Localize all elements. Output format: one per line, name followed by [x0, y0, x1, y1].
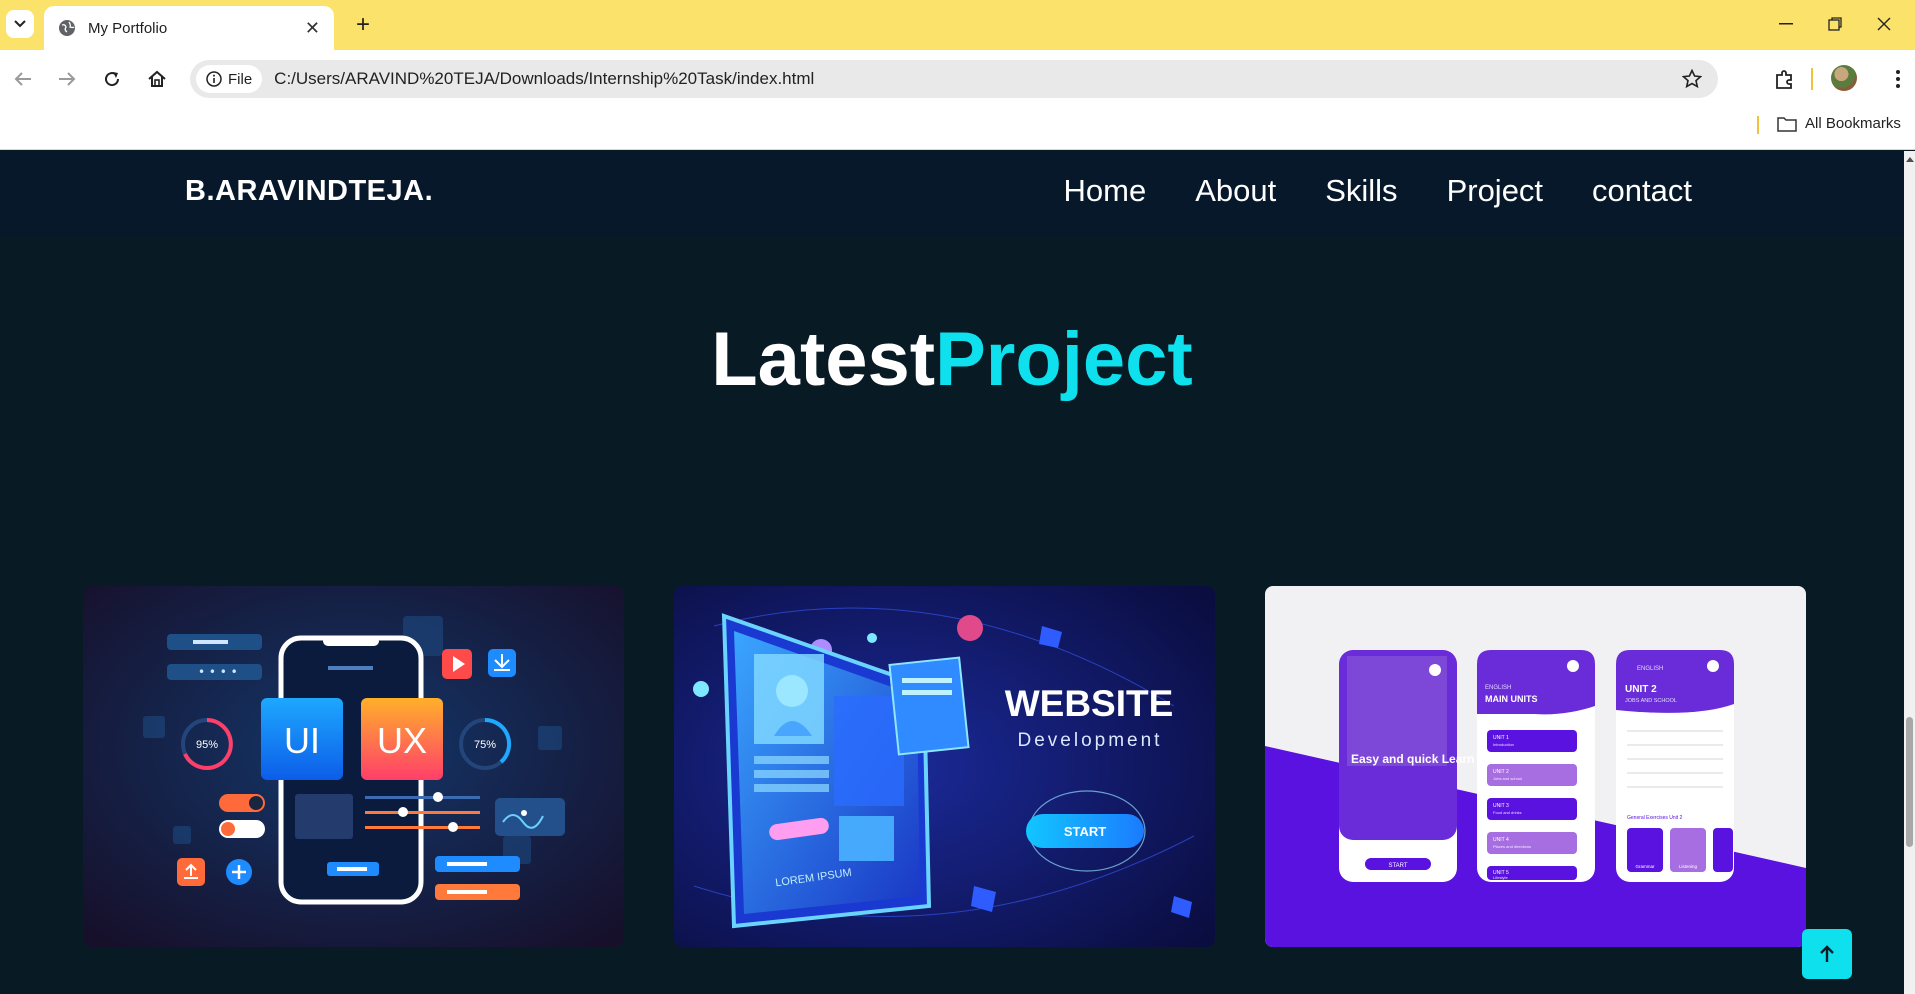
project-card-language-app[interactable]: Easy and quick Learn Language online! ST…: [1265, 586, 1806, 947]
site-nav: Home About Skills Project contact: [1064, 173, 1693, 209]
browser-tab-strip: My Portfolio ✕ +: [0, 0, 1915, 50]
phone2-unit2-sub-text: Jobs and school: [1493, 776, 1522, 781]
home-icon[interactable]: [143, 65, 171, 93]
phone2-unit1-text: UNIT 1: [1493, 735, 1509, 741]
ux-text: UX: [377, 720, 427, 761]
bookmark-star-icon[interactable]: [1682, 69, 1702, 89]
section-title: LatestProject: [0, 316, 1904, 403]
gauge-right-text: 75%: [474, 739, 496, 751]
info-icon: [206, 71, 222, 87]
nav-project[interactable]: Project: [1447, 173, 1543, 209]
nav-about[interactable]: About: [1195, 173, 1276, 209]
new-tab-button[interactable]: +: [350, 11, 376, 38]
phone3-heading-text: UNIT 2: [1625, 684, 1657, 695]
phone2-heading-text: MAIN UNITS: [1485, 694, 1538, 704]
tab-title: My Portfolio: [88, 19, 168, 37]
start-button-text: START: [1064, 824, 1106, 839]
phone3-sub-text: JOBS AND SCHOOL: [1625, 698, 1677, 704]
reload-icon[interactable]: [98, 65, 126, 93]
profile-avatar[interactable]: [1831, 65, 1857, 91]
forward-icon[interactable]: [53, 65, 81, 93]
close-window-icon[interactable]: [1872, 12, 1896, 36]
tab-search-button[interactable]: [6, 10, 34, 38]
address-bar[interactable]: File C:/Users/ARAVIND%20TEJA/Downloads/I…: [190, 60, 1718, 98]
all-bookmarks-button[interactable]: All Bookmarks: [1777, 115, 1901, 132]
phone2-unit2-text: UNIT 2: [1493, 769, 1509, 775]
scroll-up-arrow[interactable]: [1906, 157, 1914, 162]
all-bookmarks-label: All Bookmarks: [1805, 115, 1901, 132]
phone3-tab1-text: Grammar: [1636, 864, 1656, 869]
close-tab-icon[interactable]: ✕: [305, 18, 320, 39]
phone2-unit3-text: UNIT 3: [1493, 803, 1509, 809]
phone2-unit1-sub-text: Introduction: [1493, 742, 1514, 747]
folder-icon: [1777, 116, 1797, 132]
ui-text: UI: [284, 720, 320, 761]
gauge-left-text: 95%: [196, 739, 218, 751]
phone2-top-text: ENGLISH: [1485, 685, 1511, 691]
nav-home[interactable]: Home: [1064, 173, 1147, 209]
url-text[interactable]: C:/Users/ARAVIND%20TEJA/Downloads/Intern…: [274, 69, 1682, 89]
phone2-unit3-sub-text: Food and drinks: [1493, 810, 1522, 815]
website-subline-text: Development: [1018, 730, 1163, 751]
back-icon[interactable]: [9, 65, 37, 93]
ui-ux-illustration: • • • • UI UX 95% 75%: [83, 586, 624, 947]
site-logo[interactable]: B.ARAVINDTEJA.: [185, 175, 433, 208]
site-info-chip[interactable]: File: [196, 65, 263, 93]
minimize-icon[interactable]: [1774, 12, 1798, 36]
scrollbar-thumb[interactable]: [1906, 717, 1913, 847]
phone3-top-text: ENGLISH: [1637, 666, 1663, 672]
phone2-unit5-sub-text: Lifestyle: [1493, 875, 1508, 880]
restore-icon[interactable]: [1823, 12, 1847, 36]
phone2-unit4-sub-text: Places and directions: [1493, 844, 1531, 849]
browser-toolbar: File C:/Users/ARAVIND%20TEJA/Downloads/I…: [0, 50, 1915, 108]
website-development-illustration: LOREM IPSUM WEBSITE Development START: [674, 586, 1215, 947]
active-tab[interactable]: My Portfolio ✕: [44, 6, 334, 50]
globe-icon: [59, 20, 75, 36]
svg-text:• • • •: • • • •: [198, 665, 238, 679]
toolbar-divider: [1811, 68, 1813, 90]
chevron-down-icon: [14, 20, 26, 28]
language-app-illustration: Easy and quick Learn Language online! ST…: [1265, 586, 1806, 947]
website-headline-text: WEBSITE: [1005, 683, 1174, 724]
back-to-top-button[interactable]: [1802, 929, 1852, 979]
bookmarks-divider: [1757, 116, 1759, 134]
bookmarks-bar: All Bookmarks: [0, 108, 1915, 150]
nav-contact[interactable]: contact: [1592, 173, 1692, 209]
phone3-tab2-text: Listening: [1679, 864, 1698, 869]
section-title-accent: Project: [935, 317, 1193, 402]
file-chip-label: File: [228, 70, 253, 88]
arrow-up-icon: [1820, 945, 1834, 962]
page-viewport: B.ARAVINDTEJA. Home About Skills Project…: [0, 151, 1904, 994]
project-card-ui-ux[interactable]: • • • • UI UX 95% 75%: [83, 586, 624, 947]
page-scrollbar[interactable]: [1904, 151, 1915, 994]
nav-skills[interactable]: Skills: [1325, 173, 1397, 209]
extensions-icon[interactable]: [1769, 63, 1801, 95]
project-card-website-development[interactable]: LOREM IPSUM WEBSITE Development START: [674, 586, 1215, 947]
section-title-main: Latest: [711, 317, 936, 402]
site-header: B.ARAVINDTEJA. Home About Skills Project…: [0, 151, 1904, 238]
phone2-unit4-text: UNIT 4: [1493, 837, 1509, 843]
more-menu-icon[interactable]: [1882, 63, 1914, 95]
phone1-start-text: START: [1388, 863, 1407, 869]
phone3-link-text: General Exercises Unit 2: [1627, 815, 1683, 821]
